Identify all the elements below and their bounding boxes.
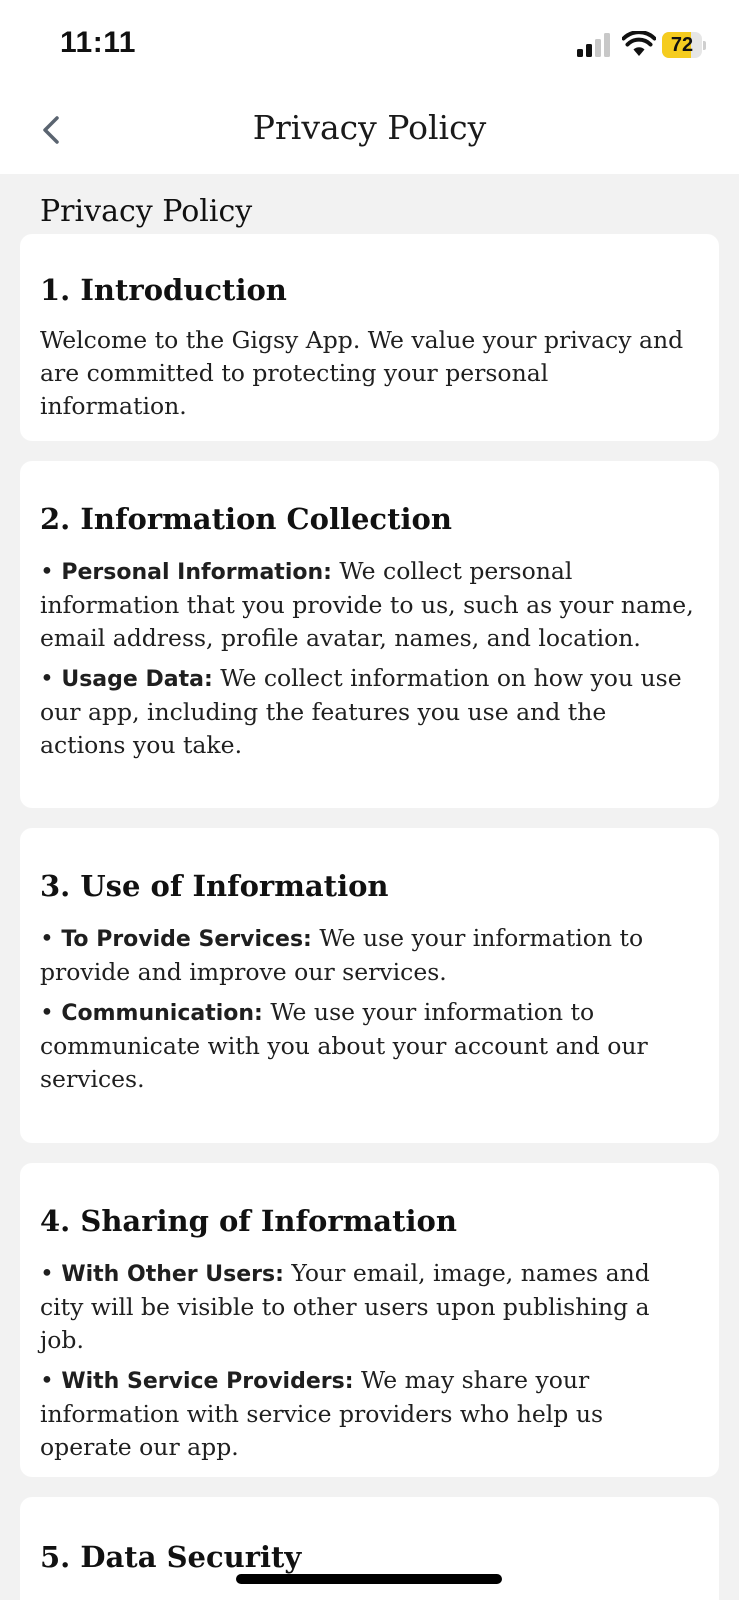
section-title: 4. Sharing of Information <box>40 1204 457 1238</box>
section-title: 2. Information Collection <box>40 502 452 536</box>
bullet-label: To Provide Services: <box>61 927 312 952</box>
list-item: • Personal Information: We collect perso… <box>40 557 694 652</box>
section-title: 1. Introduction <box>40 273 287 307</box>
battery-icon: 72 <box>662 32 706 58</box>
section-title: 3. Use of Information <box>40 869 389 903</box>
bullet-label: With Service Providers: <box>61 1369 354 1394</box>
home-indicator[interactable] <box>236 1574 502 1584</box>
bullet-label: Communication: <box>61 1001 263 1026</box>
section-card-sharing-of-information: 4. Sharing of Information • With Other U… <box>20 1163 719 1477</box>
list-item: • To Provide Services: We use your infor… <box>40 924 644 986</box>
section-title: 5. Data Security <box>40 1540 302 1574</box>
bullet-label: Personal Information: <box>61 560 332 585</box>
page-heading: Privacy Policy <box>40 194 253 229</box>
status-bar: 11:11 72 <box>0 0 739 90</box>
section-card-introduction: 1. Introduction Welcome to the Gigsy App… <box>20 234 719 441</box>
cellular-signal-icon <box>577 33 610 57</box>
section-text: Welcome to the Gigsy App. We value your … <box>40 326 684 420</box>
status-time: 11:11 <box>60 26 136 59</box>
section-card-use-of-information: 3. Use of Information • To Provide Servi… <box>20 828 719 1143</box>
list-item: • Usage Data: We collect information on … <box>40 664 682 759</box>
section-card-information-collection: 2. Information Collection • Personal Inf… <box>20 461 719 808</box>
list-item: • Communication: We use your information… <box>40 998 648 1093</box>
nav-title: Privacy Policy <box>252 108 487 147</box>
section-card-data-security: 5. Data Security <box>20 1497 719 1600</box>
navigation-bar: Privacy Policy <box>0 90 739 174</box>
bullet-label: Usage Data: <box>61 667 213 692</box>
battery-percent: 72 <box>670 34 694 56</box>
bullet-label: With Other Users: <box>61 1262 284 1287</box>
wifi-icon <box>622 31 656 56</box>
list-item: • With Service Providers: We may share y… <box>40 1366 604 1461</box>
list-item: • With Other Users: Your email, image, n… <box>40 1259 650 1354</box>
